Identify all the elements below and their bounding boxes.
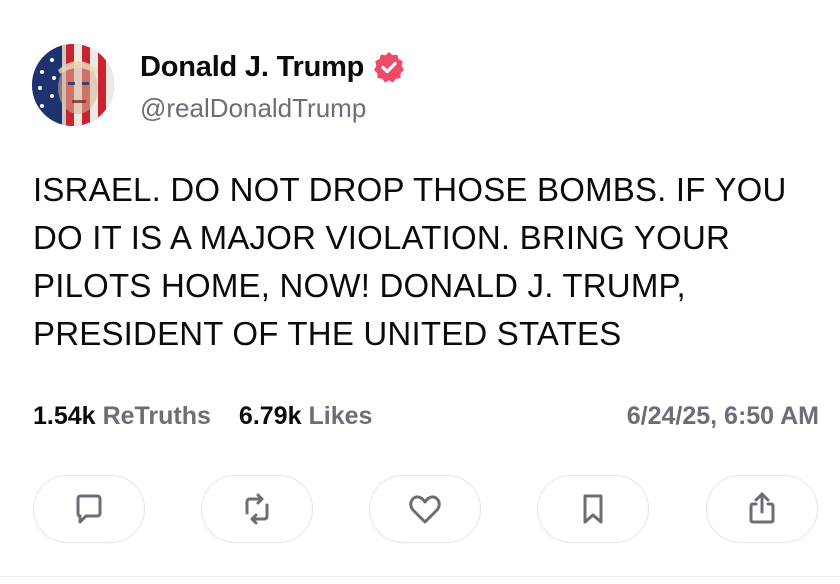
avatar[interactable]	[32, 44, 114, 126]
author-name-row: Donald J. Trump	[140, 50, 406, 84]
post-text: ISRAEL. DO NOT DROP THOSE BOMBS. IF YOU …	[33, 171, 787, 352]
retruth-button[interactable]	[201, 475, 313, 543]
action-bar	[33, 475, 819, 545]
retruths-stat[interactable]: 1.54k ReTruths	[33, 402, 211, 431]
like-button[interactable]	[369, 475, 481, 543]
retruths-count: 1.54k	[33, 402, 96, 430]
retruths-label: ReTruths	[102, 402, 211, 430]
post-timestamp[interactable]: 6/24/25, 6:50 AM	[627, 402, 819, 431]
reply-button[interactable]	[33, 475, 145, 543]
share-button[interactable]	[706, 475, 818, 543]
reply-icon	[76, 494, 102, 524]
likes-stat[interactable]: 6.79k Likes	[239, 402, 373, 431]
retruth-icon	[245, 493, 269, 525]
likes-label: Likes	[308, 402, 373, 430]
post-stats: 1.54k ReTruths 6.79k Likes 6/24/25, 6:50 A…	[33, 402, 819, 431]
bookmark-icon	[583, 494, 603, 524]
bookmark-button[interactable]	[537, 475, 649, 543]
author-display-name[interactable]: Donald J. Trump	[140, 51, 364, 84]
share-icon	[749, 492, 775, 524]
divider	[0, 576, 840, 577]
avatar-image	[32, 44, 114, 126]
likes-count: 6.79k	[238, 402, 302, 430]
author-handle[interactable]: @realDonaldTrump	[140, 93, 366, 124]
verified-badge-icon	[372, 50, 406, 84]
heart-icon	[409, 495, 441, 524]
